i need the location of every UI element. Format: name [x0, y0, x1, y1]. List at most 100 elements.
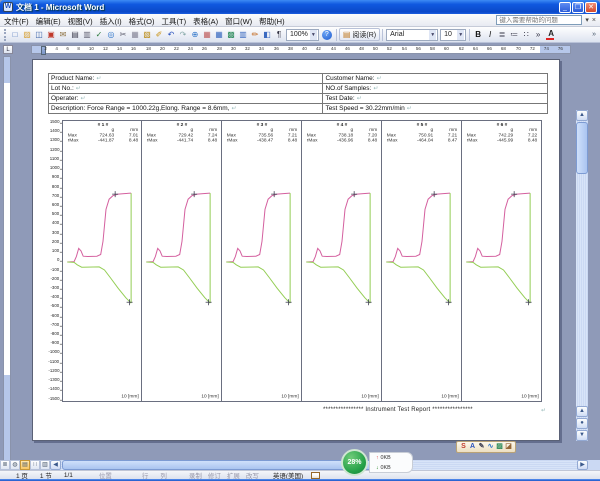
insert-table-icon[interactable]: ▦ — [213, 28, 225, 41]
font-a-icon[interactable]: A — [468, 442, 477, 452]
cell-right[interactable]: Test Date:↵ — [323, 94, 548, 104]
paste-icon[interactable]: ▧ — [141, 28, 153, 41]
email-icon[interactable]: ✉ — [57, 28, 69, 41]
accelerator-ball[interactable]: 28% — [341, 449, 368, 476]
pen-icon[interactable]: ✎ — [477, 442, 486, 452]
copy-icon[interactable]: ▦ — [129, 28, 141, 41]
end-of-cell-mark: ↵ — [373, 86, 378, 92]
x-axis-label: 10 [mm] — [442, 394, 459, 399]
help-icon[interactable]: ? — [322, 30, 332, 40]
cell-right[interactable]: Customer Name:↵ — [323, 74, 548, 84]
redo-icon[interactable]: ↷ — [177, 28, 189, 41]
panel-rmax-row: rMax-441.878.48 — [63, 138, 143, 143]
web-layout-view-button[interactable]: ◍ — [10, 460, 20, 470]
outline-view-button[interactable]: ∷ — [30, 460, 40, 470]
menu-item[interactable]: 格式(O) — [129, 17, 155, 26]
bold-icon[interactable]: B — [472, 28, 484, 41]
cell-left[interactable]: Product Name:↵ — [49, 74, 323, 84]
y-axis-label: 500 — [52, 213, 62, 217]
tab-selector[interactable]: L — [3, 45, 13, 54]
ruler-number: 22 — [174, 46, 179, 53]
minimize-button[interactable]: _ — [559, 2, 571, 13]
restore-button[interactable]: ❐ — [572, 2, 584, 13]
cell-left[interactable]: Lot No.:↵ — [49, 84, 323, 94]
italic-icon[interactable]: I — [484, 28, 496, 41]
vertical-scrollbar[interactable]: ▲ ▲ ● ▼ — [576, 110, 588, 441]
scroll-up-button[interactable]: ▲ — [576, 110, 588, 121]
menu-item[interactable]: 文件(F) — [4, 17, 29, 26]
y-axis-label: 100 — [52, 250, 62, 254]
horizontal-scrollbar[interactable]: ≣◍▤∷▥ ◀ ▶ — [0, 460, 600, 470]
document-map-icon[interactable]: ◧ — [261, 28, 273, 41]
document-page[interactable]: Product Name:↵Customer Name:↵Lot No.:↵NO… — [32, 59, 560, 441]
close-button[interactable]: ✕ — [585, 2, 597, 13]
cell-right[interactable]: NO.of Samples:↵ — [323, 84, 548, 94]
zoom-select[interactable]: 100% ▼ — [286, 29, 319, 41]
font-select[interactable]: Arial ▼ — [386, 29, 438, 41]
align-icon[interactable]: ≣ — [496, 28, 508, 41]
cell-right[interactable]: Test Speed = 30.22mm/min↵ — [323, 104, 548, 114]
chevron-down-icon[interactable]: ▼ — [310, 30, 317, 40]
cut-icon[interactable]: ✂ — [117, 28, 129, 41]
format-painter-icon[interactable]: ✐ — [153, 28, 165, 41]
toolbar-grip[interactable] — [4, 29, 7, 41]
help-question-input[interactable] — [496, 15, 582, 25]
undo-icon[interactable]: ↶ — [165, 28, 177, 41]
cell-left[interactable]: Operater:↵ — [49, 94, 323, 104]
indent-icon[interactable]: » — [532, 28, 544, 41]
chevron-down-icon[interactable]: ▾ — [585, 16, 589, 24]
open-folder-icon[interactable]: ▨ — [21, 28, 33, 41]
vertical-ruler[interactable] — [3, 56, 11, 461]
menu-item[interactable]: 窗口(W) — [225, 17, 252, 26]
spelling-status-icon[interactable] — [311, 472, 320, 479]
menu-item[interactable]: 编辑(E) — [36, 17, 61, 26]
vertical-scroll-thumb[interactable] — [576, 122, 588, 174]
print-icon[interactable]: ▤ — [69, 28, 81, 41]
show-hide-icon[interactable]: ¶ — [273, 28, 285, 41]
normal-view-button[interactable]: ≣ — [0, 460, 10, 470]
chevron-down-icon[interactable]: ▼ — [429, 30, 436, 40]
ruler-number: 26 — [202, 46, 207, 53]
tables-borders-icon[interactable]: ▦ — [201, 28, 213, 41]
hyperlink-icon[interactable]: ⊕ — [189, 28, 201, 41]
document-close-icon[interactable]: × — [592, 17, 596, 24]
next-page-button[interactable]: ▼ — [576, 430, 588, 441]
horizontal-ruler[interactable]: L 24681012141618202224262830323436384042… — [0, 44, 588, 55]
menu-item[interactable]: 视图(V) — [68, 17, 93, 26]
scroll-left-button[interactable]: ◀ — [50, 460, 61, 470]
ruler-number: 32 — [245, 46, 250, 53]
ruler-bar[interactable]: 2468101214161820222426283032343638404244… — [31, 45, 571, 54]
menu-item[interactable]: 帮助(H) — [259, 17, 284, 26]
report-header-table[interactable]: Product Name:↵Customer Name:↵Lot No.:↵NO… — [48, 73, 548, 114]
cell-left[interactable]: Description: Force Range = 1000.22g,Elon… — [49, 104, 323, 114]
toolbar-options-icon[interactable]: » — [592, 31, 598, 38]
drawing-icon[interactable]: ✏ — [249, 28, 261, 41]
previous-page-button[interactable]: ▲ — [576, 406, 588, 417]
print-preview-icon[interactable]: ▥ — [81, 28, 93, 41]
browse-object-button[interactable]: ● — [576, 418, 588, 429]
menu-item[interactable]: 表格(A) — [193, 17, 218, 26]
read-mode-button[interactable]: ▤ 阅读(R) — [339, 28, 380, 41]
scribble-icon[interactable]: ∿ — [486, 442, 495, 452]
font-size-select[interactable]: 10 ▼ — [440, 29, 466, 41]
menu-item[interactable]: 工具(T) — [162, 17, 187, 26]
columns-icon[interactable]: ▥ — [237, 28, 249, 41]
permission-icon[interactable]: ▣ — [45, 28, 57, 41]
research-icon[interactable]: ◎ — [105, 28, 117, 41]
new-document-icon[interactable]: □ — [9, 28, 21, 41]
numbering-icon[interactable]: ≔ — [508, 28, 520, 41]
eraser-icon[interactable]: ◪ — [504, 442, 513, 452]
reading-layout-view-button[interactable]: ▥ — [40, 460, 50, 470]
spelling-icon[interactable]: ✓ — [93, 28, 105, 41]
ruler-number: 16 — [131, 46, 136, 53]
menu-item[interactable]: 插入(I) — [100, 17, 122, 26]
insert-excel-icon[interactable]: ▩ — [225, 28, 237, 41]
stamp-icon[interactable]: S — [459, 442, 468, 452]
font-color-button[interactable]: A — [544, 28, 558, 41]
highlighter-icon[interactable]: ▨ — [495, 442, 504, 452]
bullets-icon[interactable]: ∷ — [520, 28, 532, 41]
scroll-right-button[interactable]: ▶ — [577, 460, 588, 470]
chevron-down-icon[interactable]: ▼ — [457, 30, 464, 40]
print-layout-view-button[interactable]: ▤ — [20, 460, 30, 470]
save-icon[interactable]: ◫ — [33, 28, 45, 41]
